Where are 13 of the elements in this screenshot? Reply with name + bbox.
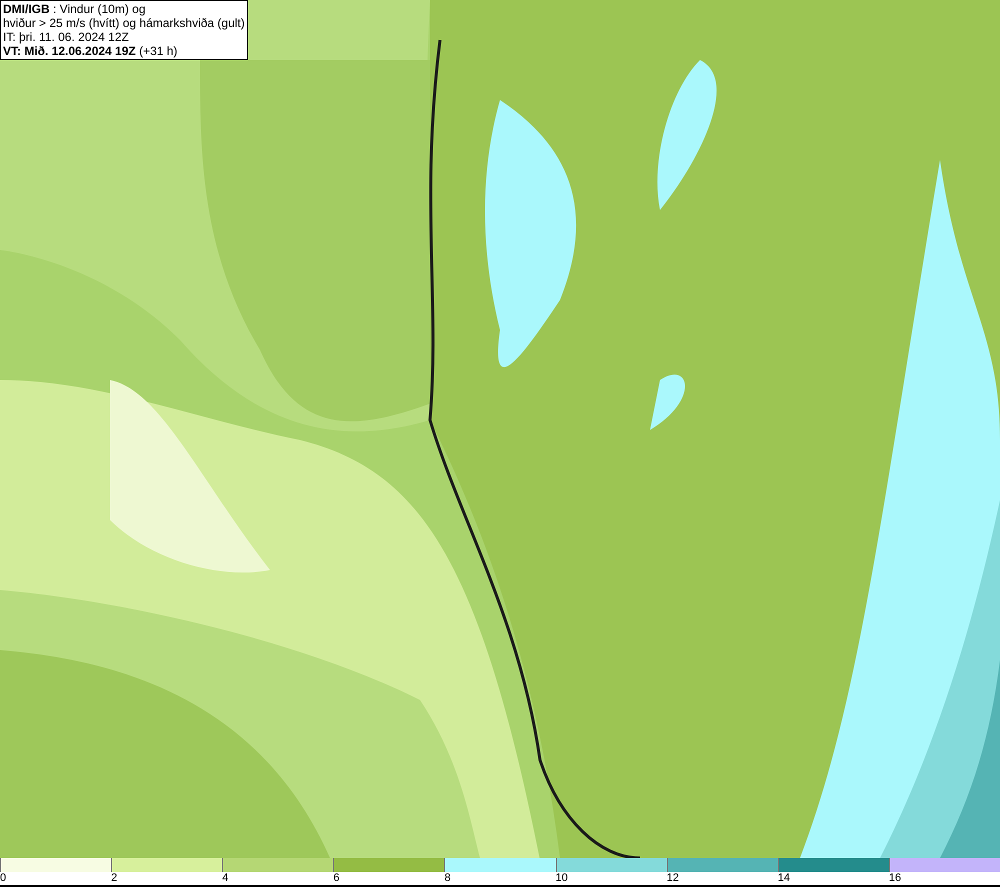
header-line: hviður > 25 m/s (hvítt) og hámarkshviða (gult): [3, 16, 245, 30]
header-line: IT: þri. 11. 06. 2024 12Z: [3, 30, 130, 44]
header-line: DMI/IGB : Vindur (10m) og: [3, 2, 146, 16]
legend-label: 4: [222, 872, 228, 885]
legend-label: 2: [111, 872, 118, 885]
legend-label: 14: [778, 872, 790, 885]
legend-label: 16: [888, 872, 902, 885]
header-line: VT: Mið. 12.06.2024 19Z (+31 h): [3, 44, 178, 58]
legend-label: 6: [333, 872, 340, 885]
legend-label: 8: [444, 872, 451, 885]
legend-label: 12: [666, 872, 679, 885]
legend-label: 0: [0, 872, 6, 885]
legend-label: 10: [556, 872, 568, 885]
